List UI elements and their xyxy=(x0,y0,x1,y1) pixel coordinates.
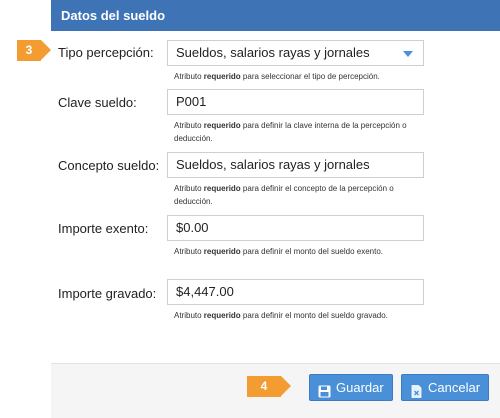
save-button-label: Guardar xyxy=(336,380,384,395)
step-badge-3: 3 xyxy=(17,40,51,61)
step-badge-4: 4 xyxy=(247,376,291,397)
floppy-disk-icon xyxy=(318,381,331,398)
clave-sueldo-input[interactable]: P001 xyxy=(167,89,424,115)
concepto-sueldo-help: Atributo requerido para definir el conce… xyxy=(174,184,394,206)
section-title: Datos del sueldo xyxy=(61,8,166,23)
cancel-button[interactable]: Cancelar xyxy=(401,374,489,401)
importe-gravado-help: Atributo requerido para definir el monto… xyxy=(174,311,388,320)
concepto-sueldo-input[interactable]: Sueldos, salarios rayas y jornales xyxy=(167,152,424,178)
save-button[interactable]: Guardar xyxy=(309,374,393,401)
tipo-percepcion-value: Sueldos, salarios rayas y jornales xyxy=(176,45,370,60)
tipo-percepcion-select[interactable]: Sueldos, salarios rayas y jornales xyxy=(167,40,424,66)
importe-exento-help: Atributo requerido para definir el monto… xyxy=(174,247,384,256)
tipo-percepcion-help: Atributo requerido para seleccionar el t… xyxy=(174,72,380,81)
importe-exento-label: Importe exento: xyxy=(58,221,149,236)
importe-exento-input[interactable]: $0.00 xyxy=(167,215,424,241)
clave-sueldo-help: Atributo requerido para definir la clave… xyxy=(174,121,407,143)
tipo-percepcion-label: Tipo percepción: xyxy=(58,45,154,60)
clave-sueldo-label: Clave sueldo: xyxy=(58,95,137,110)
importe-gravado-input[interactable]: $4,447.00 xyxy=(167,279,424,305)
chevron-down-icon xyxy=(403,51,413,57)
document-cancel-icon xyxy=(410,381,423,398)
importe-gravado-label: Importe gravado: xyxy=(58,286,157,301)
section-header: Datos del sueldo xyxy=(51,0,500,31)
concepto-sueldo-label: Concepto sueldo: xyxy=(58,158,160,173)
cancel-button-label: Cancelar xyxy=(428,380,481,395)
